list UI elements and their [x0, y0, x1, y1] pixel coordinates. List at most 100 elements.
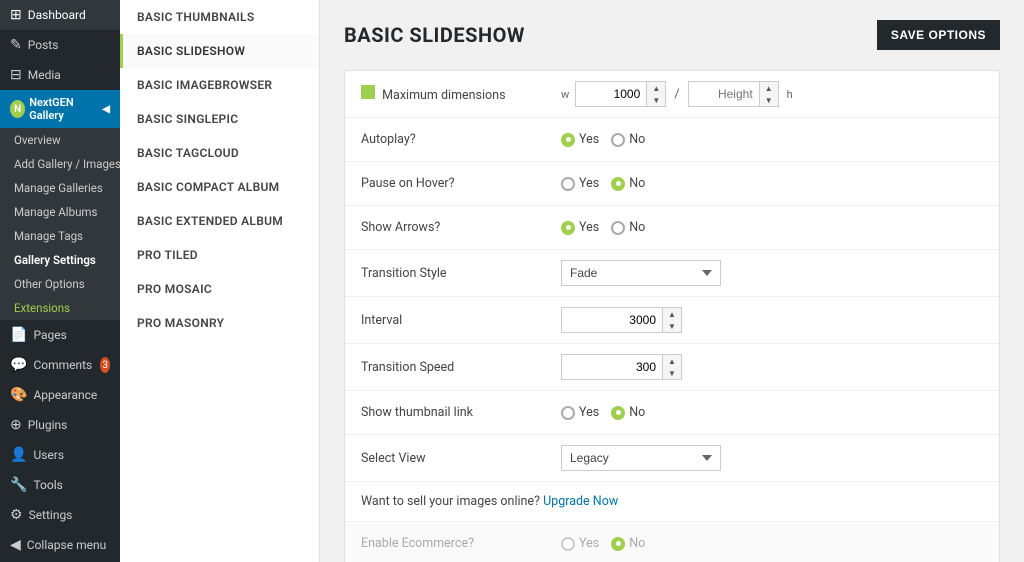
width-down-button[interactable]: ▼: [647, 94, 665, 106]
gallery-menu-basic-compact-album[interactable]: BASIC COMPACT ALBUM: [120, 170, 319, 204]
pause-hover-no-option[interactable]: No: [611, 176, 645, 191]
width-input[interactable]: [576, 83, 646, 105]
sidebar-item-plugins[interactable]: ⊕ Plugins: [0, 410, 120, 440]
thumbnail-link-no-radio[interactable]: [611, 406, 625, 420]
autoplay-label: Autoplay?: [361, 132, 561, 147]
height-unit-label: h: [787, 88, 793, 101]
gallery-menu-basic-slideshow[interactable]: BASIC SLIDESHOW: [120, 34, 319, 68]
main-header: BASIC SLIDESHOW SAVE OPTIONS: [344, 20, 1000, 50]
autoplay-yes-option[interactable]: Yes: [561, 132, 599, 147]
gallery-menu-basic-thumbnails[interactable]: BASIC THUMBNAILS: [120, 0, 319, 34]
width-spinner[interactable]: ▲ ▼: [575, 81, 666, 107]
media-icon: ⊟: [10, 67, 22, 83]
autoplay-no-option[interactable]: No: [611, 132, 645, 147]
transition-style-control: Fade Slide None: [561, 260, 983, 286]
transition-style-select[interactable]: Fade Slide None: [561, 260, 721, 286]
enable-ecommerce-control: Yes No: [561, 536, 983, 551]
submenu-extensions[interactable]: Extensions: [0, 296, 120, 320]
gallery-menu-basic-singlepic[interactable]: BASIC SINGLEPIC: [120, 102, 319, 136]
height-input[interactable]: [689, 83, 759, 105]
submenu-overview[interactable]: Overview: [0, 128, 120, 152]
transition-speed-label: Transition Speed: [361, 360, 561, 375]
sidebar-item-label: Posts: [28, 38, 59, 52]
sidebar-item-settings[interactable]: ⚙ Settings: [0, 500, 120, 530]
sidebar-item-nextgen[interactable]: N NextGEN Gallery ◀: [0, 90, 120, 128]
transition-speed-up-button[interactable]: ▲: [663, 355, 681, 367]
height-down-button[interactable]: ▼: [760, 94, 778, 106]
show-arrows-no-option[interactable]: No: [611, 220, 645, 235]
sidebar-item-pages[interactable]: 📄 Pages: [0, 320, 120, 350]
sidebar-item-posts[interactable]: ✎ Posts: [0, 30, 120, 60]
interval-spinner[interactable]: ▲ ▼: [561, 307, 682, 333]
sidebar-item-label: Pages: [33, 328, 66, 342]
autoplay-radio-group: Yes No: [561, 132, 645, 147]
sidebar-item-comments[interactable]: 💬 Comments 3: [0, 350, 120, 380]
gallery-menu-basic-tagcloud[interactable]: BASIC TAGCLOUD: [120, 136, 319, 170]
sidebar-item-label: Users: [33, 448, 64, 462]
ecommerce-yes-option[interactable]: Yes: [561, 536, 599, 551]
show-arrows-yes-radio[interactable]: [561, 221, 575, 235]
select-view-select[interactable]: Legacy Standard: [561, 445, 721, 471]
pause-hover-yes-radio[interactable]: [561, 177, 575, 191]
height-spinner[interactable]: ▲ ▼: [688, 81, 779, 107]
ecommerce-no-option[interactable]: No: [611, 536, 645, 551]
submenu-manage-albums[interactable]: Manage Albums: [0, 200, 120, 224]
height-up-button[interactable]: ▲: [760, 82, 778, 94]
thumbnail-link-yes-radio[interactable]: [561, 406, 575, 420]
submenu-other-options[interactable]: Other Options: [0, 272, 120, 296]
max-dimensions-checkbox[interactable]: [361, 85, 375, 99]
nextgen-label: NextGEN Gallery: [29, 96, 98, 122]
gallery-menu-pro-tiled[interactable]: PRO TILED: [120, 238, 319, 272]
show-arrows-control: Yes No: [561, 220, 983, 235]
gallery-menu-pro-mosaic[interactable]: PRO MOSAIC: [120, 272, 319, 306]
upgrade-link[interactable]: Upgrade Now: [543, 494, 618, 509]
save-options-button[interactable]: SAVE OPTIONS: [877, 20, 1000, 50]
sidebar-item-media[interactable]: ⊟ Media: [0, 60, 120, 90]
gallery-menu-basic-imagebrowser[interactable]: BASIC IMAGEBROWSER: [120, 68, 319, 102]
users-icon: 👤: [10, 447, 27, 463]
sidebar-item-users[interactable]: 👤 Users: [0, 440, 120, 470]
autoplay-no-radio[interactable]: [611, 133, 625, 147]
autoplay-yes-radio[interactable]: [561, 133, 575, 147]
appearance-icon: 🎨: [10, 387, 27, 403]
thumbnail-link-no-option[interactable]: No: [611, 405, 645, 420]
width-up-button[interactable]: ▲: [647, 82, 665, 94]
pause-hover-no-radio[interactable]: [611, 177, 625, 191]
ecommerce-yes-radio[interactable]: [561, 537, 575, 551]
plugins-icon: ⊕: [10, 417, 22, 433]
sidebar-item-label: Comments: [33, 358, 92, 372]
sidebar-item-label: Collapse menu: [27, 538, 106, 552]
transition-speed-spinner[interactable]: ▲ ▼: [561, 354, 682, 380]
thumbnail-link-yes-option[interactable]: Yes: [561, 405, 599, 420]
gallery-menu-basic-extended-album[interactable]: BASIC EXTENDED ALBUM: [120, 204, 319, 238]
sidebar-item-tools[interactable]: 🔧 Tools: [0, 470, 120, 500]
submenu-add-gallery[interactable]: Add Gallery / Images: [0, 152, 120, 176]
nextgen-submenu: Overview Add Gallery / Images Manage Gal…: [0, 128, 120, 320]
tools-icon: 🔧: [10, 477, 27, 493]
width-spinner-buttons: ▲ ▼: [646, 82, 665, 106]
autoplay-control: Yes No: [561, 132, 983, 147]
show-arrows-no-radio[interactable]: [611, 221, 625, 235]
transition-speed-control: ▲ ▼: [561, 354, 983, 380]
interval-input[interactable]: [562, 309, 662, 331]
ecommerce-no-radio[interactable]: [611, 537, 625, 551]
show-arrows-yes-option[interactable]: Yes: [561, 220, 599, 235]
transition-speed-input[interactable]: [562, 356, 662, 378]
sidebar-item-label: Media: [28, 68, 61, 82]
sidebar-item-dashboard[interactable]: ⊞ Dashboard: [0, 0, 120, 30]
show-arrows-radio-group: Yes No: [561, 220, 645, 235]
interval-up-button[interactable]: ▲: [663, 308, 681, 320]
interval-row: Interval ▲ ▼: [345, 297, 999, 344]
gallery-menu-pro-masonry[interactable]: PRO MASONRY: [120, 306, 319, 340]
sidebar-item-appearance[interactable]: 🎨 Appearance: [0, 380, 120, 410]
transition-style-label: Transition Style: [361, 266, 561, 281]
submenu-manage-tags[interactable]: Manage Tags: [0, 224, 120, 248]
thumbnail-link-row: Show thumbnail link Yes No: [345, 391, 999, 435]
transition-speed-down-button[interactable]: ▼: [663, 367, 681, 379]
submenu-manage-galleries[interactable]: Manage Galleries: [0, 176, 120, 200]
sidebar-item-collapse[interactable]: ◀ Collapse menu: [0, 530, 120, 560]
page-title: BASIC SLIDESHOW: [344, 23, 525, 47]
interval-down-button[interactable]: ▼: [663, 320, 681, 332]
pause-hover-yes-option[interactable]: Yes: [561, 176, 599, 191]
submenu-gallery-settings[interactable]: Gallery Settings: [0, 248, 120, 272]
